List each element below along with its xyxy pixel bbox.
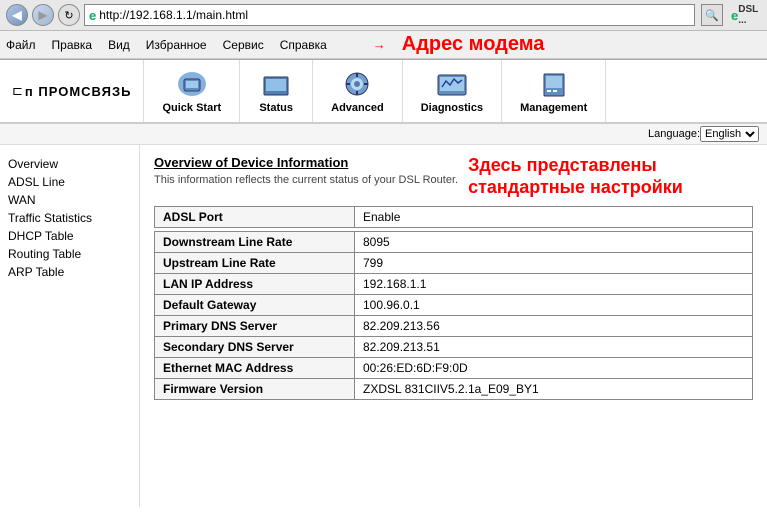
nav-diagnostics[interactable]: Diagnostics xyxy=(403,60,502,122)
browser-chrome: ◀ ▶ ↻ e 🔍 e DSL ... Файл Правка Вид Избр… xyxy=(0,0,767,60)
language-select[interactable]: English xyxy=(700,126,759,142)
content-annotation: Здесь представлены стандартные настройки xyxy=(468,155,683,198)
value-downstream: 8095 xyxy=(355,232,753,253)
address-bar: e xyxy=(84,4,695,26)
search-button[interactable]: 🔍 xyxy=(701,4,723,26)
menu-help[interactable]: Справка xyxy=(280,38,327,52)
ie-icon: e xyxy=(89,8,96,23)
label-upstream: Upstream Line Rate xyxy=(155,253,355,274)
nav-area: Quick Start Status xyxy=(144,60,767,122)
language-label: Language: xyxy=(648,128,700,140)
nav-advanced[interactable]: Advanced xyxy=(313,60,403,122)
main-content: Overview ADSL Line WAN Traffic Statistic… xyxy=(0,145,767,507)
menu-edit[interactable]: Правка xyxy=(52,38,93,52)
logo-bracket: ⊏ xyxy=(12,83,23,99)
forward-button[interactable]: ▶ xyxy=(32,4,54,26)
menu-service[interactable]: Сервис xyxy=(223,38,264,52)
nav-diagnostics-label: Diagnostics xyxy=(421,102,483,114)
back-button[interactable]: ◀ xyxy=(6,4,28,26)
browser-logo-text: e DSL ... xyxy=(731,4,761,26)
sidebar: Overview ADSL Line WAN Traffic Statistic… xyxy=(0,145,140,507)
table-row-upstream: Upstream Line Rate 799 xyxy=(155,253,753,274)
nav-management-label: Management xyxy=(520,102,587,114)
language-bar: Language: English xyxy=(0,124,767,145)
nav-quick-start-label: Quick Start xyxy=(162,102,221,114)
address-input[interactable] xyxy=(99,8,690,22)
label-downstream: Downstream Line Rate xyxy=(155,232,355,253)
menu-file[interactable]: Файл xyxy=(6,38,36,52)
sidebar-item-traffic-statistics[interactable]: Traffic Statistics xyxy=(8,209,131,227)
value-mac: 00:26:ED:6D:F9:0D xyxy=(355,358,753,379)
info-table: ADSL Port Enable Downstream Line Rate 80… xyxy=(154,206,753,400)
status-icon xyxy=(258,68,294,100)
table-row-downstream: Downstream Line Rate 8095 xyxy=(155,232,753,253)
logo-text: п ПРОМСВЯЗЬ xyxy=(25,84,132,99)
advanced-icon xyxy=(339,68,375,100)
label-primary-dns: Primary DNS Server xyxy=(155,316,355,337)
content-title: Overview of Device Information xyxy=(154,155,458,170)
value-secondary-dns: 82.209.213.51 xyxy=(355,337,753,358)
content-subtitle: This information reflects the current st… xyxy=(154,174,458,186)
label-mac: Ethernet MAC Address xyxy=(155,358,355,379)
value-primary-dns: 82.209.213.56 xyxy=(355,316,753,337)
sidebar-item-overview[interactable]: Overview xyxy=(8,155,131,173)
arrow-annotation: → xyxy=(373,37,386,52)
nav-quick-start[interactable]: Quick Start xyxy=(144,60,240,122)
page-header: ⊏ п ПРОМСВЯЗЬ Quick Start xyxy=(0,60,767,124)
table-row-firmware: Firmware Version ZXDSL 831CIIV5.2.1a_E09… xyxy=(155,379,753,400)
address-annotation: Адрес модема xyxy=(402,33,545,56)
header-top: ⊏ п ПРОМСВЯЗЬ Quick Start xyxy=(0,60,767,122)
menu-view[interactable]: Вид xyxy=(108,38,130,52)
table-row-secondary-dns: Secondary DNS Server 82.209.213.51 xyxy=(155,337,753,358)
management-icon xyxy=(536,68,572,100)
content-area: Overview of Device Information This info… xyxy=(140,145,767,507)
value-firmware: ZXDSL 831CIIV5.2.1a_E09_BY1 xyxy=(355,379,753,400)
nav-status[interactable]: Status xyxy=(240,60,313,122)
table-row-adsl-port: ADSL Port Enable xyxy=(155,207,753,228)
table-row-lan-ip: LAN IP Address 192.168.1.1 xyxy=(155,274,753,295)
sidebar-item-wan[interactable]: WAN xyxy=(8,191,131,209)
label-secondary-dns: Secondary DNS Server xyxy=(155,337,355,358)
table-row-mac: Ethernet MAC Address 00:26:ED:6D:F9:0D xyxy=(155,358,753,379)
quick-start-icon xyxy=(174,68,210,100)
sidebar-item-adsl-line[interactable]: ADSL Line xyxy=(8,173,131,191)
label-adsl-port: ADSL Port xyxy=(155,207,355,228)
menu-bar: Файл Правка Вид Избранное Сервис Справка… xyxy=(0,31,767,59)
sidebar-item-arp-table[interactable]: ARP Table xyxy=(8,263,131,281)
table-row-primary-dns: Primary DNS Server 82.209.213.56 xyxy=(155,316,753,337)
table-row-default-gateway: Default Gateway 100.96.0.1 xyxy=(155,295,753,316)
browser-toolbar: ◀ ▶ ↻ e 🔍 e DSL ... xyxy=(0,0,767,31)
nav-status-label: Status xyxy=(259,102,293,114)
diagnostics-icon xyxy=(434,68,470,100)
label-firmware: Firmware Version xyxy=(155,379,355,400)
refresh-button[interactable]: ↻ xyxy=(58,4,80,26)
sidebar-item-dhcp-table[interactable]: DHCP Table xyxy=(8,227,131,245)
value-upstream: 799 xyxy=(355,253,753,274)
label-default-gateway: Default Gateway xyxy=(155,295,355,316)
value-lan-ip: 192.168.1.1 xyxy=(355,274,753,295)
menu-favorites[interactable]: Избранное xyxy=(146,38,207,52)
value-default-gateway: 100.96.0.1 xyxy=(355,295,753,316)
nav-advanced-label: Advanced xyxy=(331,102,384,114)
nav-management[interactable]: Management xyxy=(502,60,606,122)
logo-area: ⊏ п ПРОМСВЯЗЬ xyxy=(0,60,144,122)
sidebar-item-routing-table[interactable]: Routing Table xyxy=(8,245,131,263)
value-adsl-port: Enable xyxy=(355,207,753,228)
label-lan-ip: LAN IP Address xyxy=(155,274,355,295)
